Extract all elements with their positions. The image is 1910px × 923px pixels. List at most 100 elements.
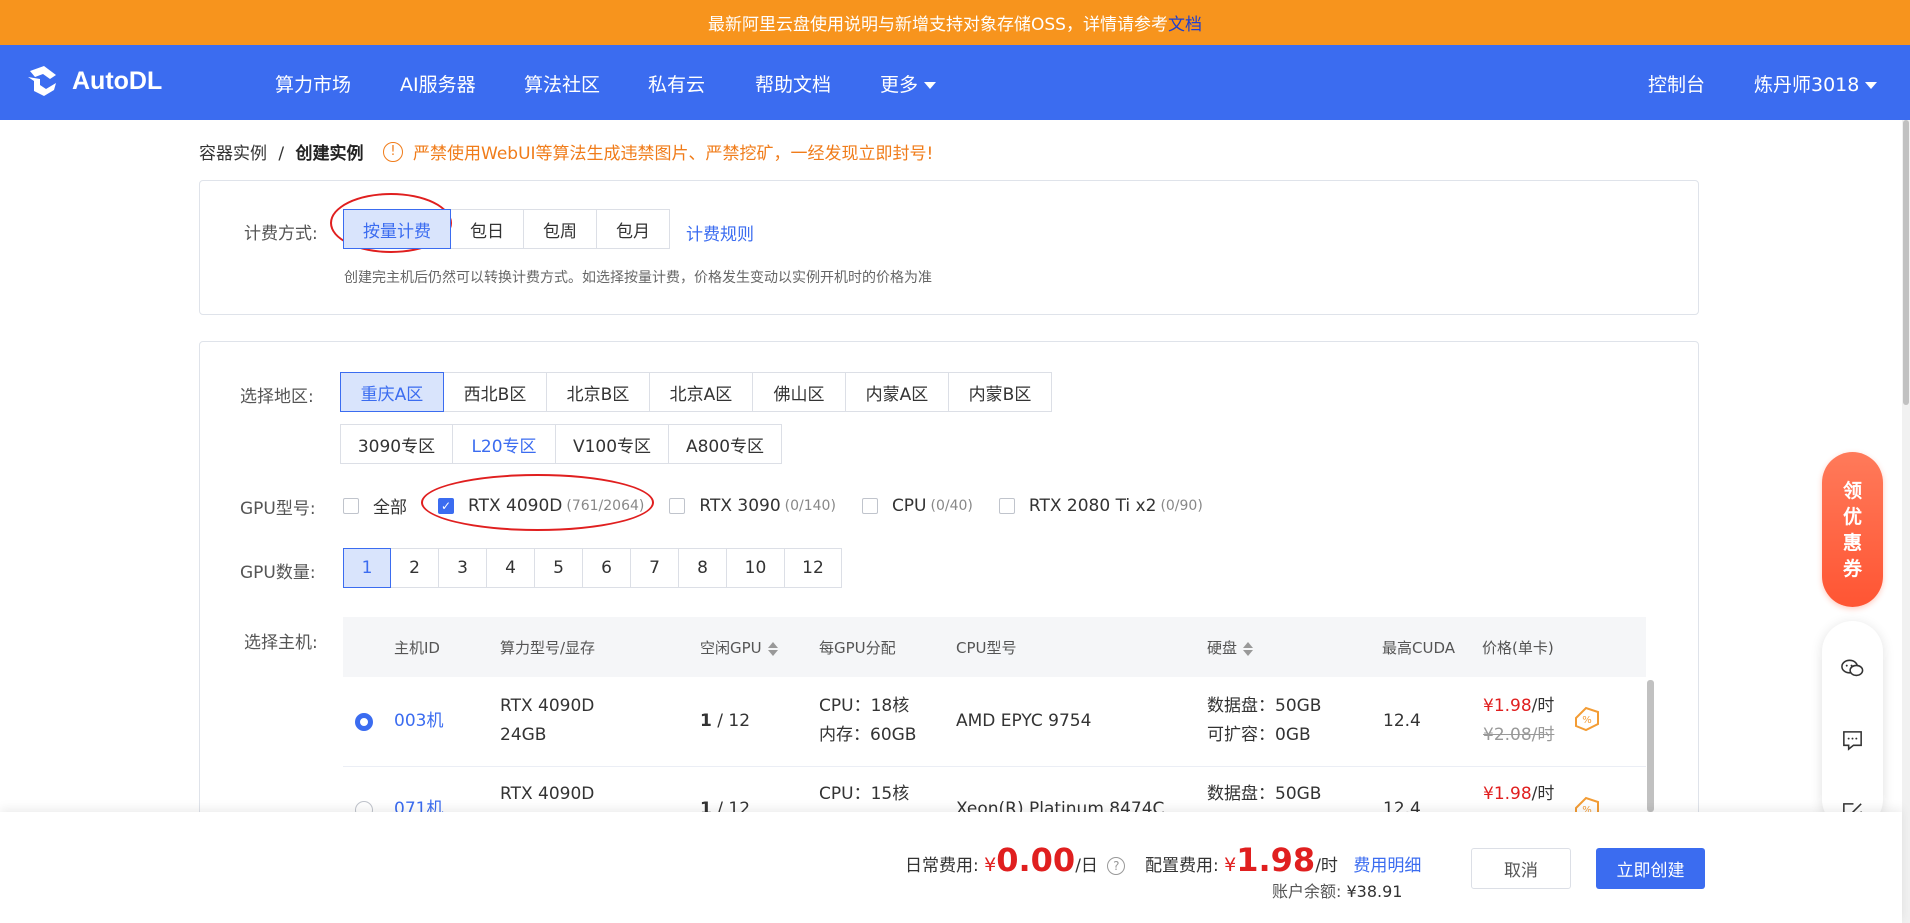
create-button[interactable]: 立即创建	[1596, 848, 1705, 889]
total-gpu: / 12	[717, 711, 751, 731]
nav-item-more[interactable]: 更多	[880, 70, 937, 97]
checkbox-checked-icon[interactable]: ✓	[438, 497, 454, 514]
breadcrumb-current: 创建实例	[295, 144, 364, 164]
gpu-count-10[interactable]: 10	[726, 548, 785, 588]
region-a800[interactable]: A800专区	[668, 424, 782, 464]
nav-console[interactable]: 控制台	[1648, 70, 1705, 97]
region-chongqing-a[interactable]: 重庆A区	[340, 372, 444, 412]
host-label: 选择主机:	[244, 633, 318, 653]
gpu-count-3[interactable]: 3	[438, 548, 487, 588]
table-row[interactable]: 003机 RTX 4090D 24GB 1 / 12 CPU：18核 内存：60…	[343, 677, 1646, 767]
chevron-down-icon	[1865, 82, 1878, 89]
cancel-button[interactable]: 取消	[1471, 848, 1571, 889]
warning-notice: ! 严禁使用WebUI等算法生成违禁图片、严禁挖矿，一经发现立即封号!	[383, 139, 933, 164]
region-options-row2: 3090专区 L20专区 V100专区 A800专区	[340, 424, 782, 464]
coupon-float-button[interactable]: 领 优 惠 券	[1822, 452, 1883, 607]
sort-icon[interactable]	[767, 641, 778, 656]
gpu-type-count: (761/2064)	[566, 497, 645, 514]
gpu-type-all[interactable]: 全部	[343, 493, 407, 518]
region-beijing-a[interactable]: 北京A区	[649, 372, 753, 412]
nav-user-menu[interactable]: 炼丹师3018	[1754, 70, 1878, 97]
nav-item-help-docs[interactable]: 帮助文档	[755, 70, 831, 97]
col-cuda: 最高CUDA	[1382, 639, 1456, 657]
gpu-type-count: (0/40)	[930, 497, 973, 514]
host-id[interactable]: 071机	[394, 795, 443, 812]
host-table: 主机ID 算力型号/显存 空闲GPU 每GPU分配 CPU型号 硬盘 最高CUD…	[343, 617, 1646, 812]
gpu-type-count: (0/140)	[784, 497, 836, 514]
mem-alloc: 内存：60GB	[819, 725, 917, 745]
gpu-type-cpu[interactable]: CPU (0/40)	[861, 496, 973, 516]
host-id[interactable]: 003机	[394, 707, 443, 736]
gpu-count-4[interactable]: 4	[486, 548, 535, 588]
svg-text:%: %	[1582, 805, 1592, 812]
price: ¥1.98/时	[1483, 692, 1554, 721]
checkbox[interactable]	[998, 497, 1015, 514]
billing-option-monthly[interactable]: 包月	[596, 209, 670, 249]
region-neimeng-b[interactable]: 内蒙B区	[948, 372, 1052, 412]
region-l20[interactable]: L20专区	[452, 424, 556, 464]
nav-item-ai-server[interactable]: AI服务器	[400, 70, 476, 97]
page-scrollbar-thumb[interactable]	[1903, 120, 1909, 405]
nav-item-community[interactable]: 算法社区	[524, 70, 600, 97]
discount-coupon-icon[interactable]: %	[1572, 794, 1602, 812]
billing-option-daily[interactable]: 包日	[450, 209, 524, 249]
checkbox[interactable]	[861, 497, 878, 514]
warning-icon: !	[383, 141, 403, 162]
gpu-count-5[interactable]: 5	[534, 548, 583, 588]
announcement-doc-link[interactable]: 文档	[1168, 10, 1202, 35]
col-disk-label: 硬盘	[1207, 639, 1238, 657]
gpu-type-rtx4090d[interactable]: ✓ RTX 4090D (761/2064)	[438, 496, 644, 516]
sort-icon[interactable]	[1243, 641, 1254, 656]
nav-item-market[interactable]: 算力市场	[275, 70, 351, 97]
col-free-gpu[interactable]: 空闲GPU	[700, 637, 778, 658]
gpu-count-options: 1 2 3 4 5 6 7 8 10 12	[343, 548, 842, 588]
table-scrollbar-thumb[interactable]	[1647, 680, 1654, 812]
coupon-char: 券	[1842, 557, 1862, 580]
gpu-count-2[interactable]: 2	[390, 548, 439, 588]
chevron-down-icon	[924, 82, 937, 89]
region-foshan[interactable]: 佛山区	[752, 372, 846, 412]
gpu-count-6[interactable]: 6	[582, 548, 631, 588]
announcement-bar: 最新阿里云盘使用说明与新增支持对象存储OSS，详情请参考 文档	[0, 0, 1910, 45]
discount-coupon-icon[interactable]: %	[1572, 704, 1602, 734]
price-value: ¥1.98	[1483, 696, 1532, 716]
checkbox[interactable]	[669, 497, 686, 514]
gpu-model: RTX 4090D	[500, 784, 595, 804]
col-free-gpu-label: 空闲GPU	[700, 639, 762, 657]
region-v100[interactable]: V100专区	[555, 424, 669, 464]
col-price: 价格(单卡)	[1482, 639, 1554, 657]
radio-selected[interactable]	[355, 713, 373, 731]
col-disk[interactable]: 硬盘	[1207, 637, 1254, 658]
config-cost-unit: /时	[1315, 856, 1338, 876]
gpu-count-1[interactable]: 1	[343, 548, 391, 588]
nav-item-private-cloud[interactable]: 私有云	[648, 70, 705, 97]
gpu-count-12[interactable]: 12	[784, 548, 842, 588]
config-cost-label: 配置费用:	[1145, 856, 1219, 876]
checkbox[interactable]	[343, 497, 359, 514]
radio[interactable]	[355, 801, 373, 812]
gpu-type-rtx2080ti-x2[interactable]: RTX 2080 Ti x2 (0/90)	[998, 496, 1203, 516]
billing-option-weekly[interactable]: 包周	[523, 209, 597, 249]
page-scrollbar[interactable]	[1902, 120, 1910, 923]
message-icon[interactable]	[1840, 728, 1865, 753]
gpu-count-7[interactable]: 7	[630, 548, 679, 588]
region-3090[interactable]: 3090专区	[340, 424, 453, 464]
cpu-alloc: CPU：15核	[819, 784, 910, 804]
logo[interactable]: AutoDL	[24, 63, 162, 99]
table-row[interactable]: 071机 RTX 4090D 1 / 12 CPU：15核 Xeon(R) Pl…	[343, 767, 1646, 812]
free-gpu: 1 / 12	[700, 707, 750, 736]
region-neimeng-a[interactable]: 内蒙A区	[845, 372, 949, 412]
wechat-icon[interactable]	[1840, 656, 1865, 681]
region-xibei-b[interactable]: 西北B区	[443, 372, 547, 412]
gpu-count-8[interactable]: 8	[678, 548, 727, 588]
billing-option-pay-as-you-go[interactable]: 按量计费	[343, 209, 451, 249]
col-cpu-model: CPU型号	[956, 639, 1017, 657]
billing-rules-link[interactable]: 计费规则	[686, 220, 754, 245]
region-beijing-b[interactable]: 北京B区	[546, 372, 650, 412]
breadcrumb-parent[interactable]: 容器实例	[199, 144, 267, 164]
cost-detail-link[interactable]: 费用明细	[1353, 856, 1421, 876]
billing-label: 计费方式:	[244, 224, 318, 244]
gpu-type-count: (0/90)	[1160, 497, 1203, 514]
gpu-type-rtx3090[interactable]: RTX 3090 (0/140)	[669, 496, 836, 516]
help-icon[interactable]: ?	[1107, 857, 1126, 875]
